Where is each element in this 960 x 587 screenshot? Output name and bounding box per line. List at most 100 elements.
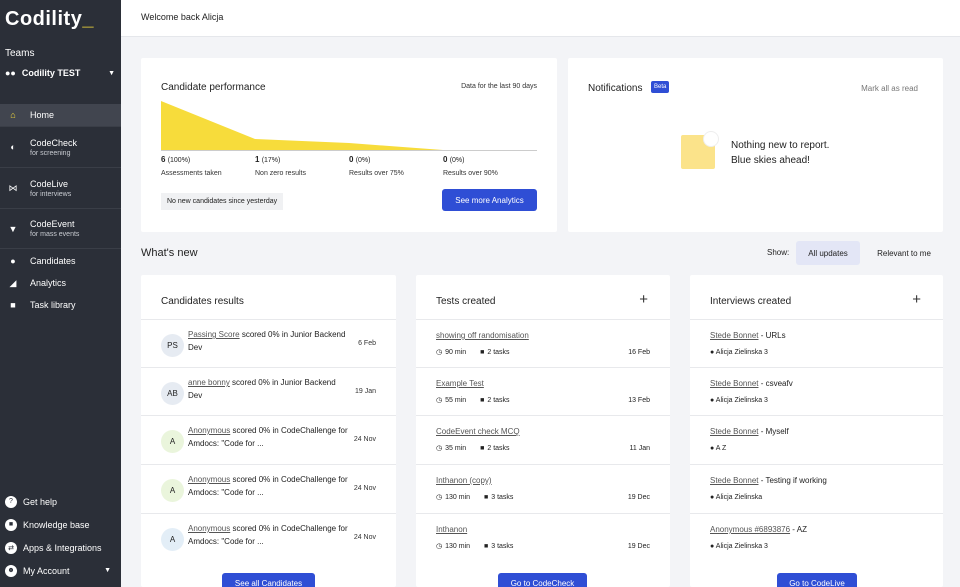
interviewers: Alicja Zielinska bbox=[715, 494, 763, 501]
team-selector[interactable]: ●● Codility TEST ▼ bbox=[5, 66, 115, 80]
candidate-link[interactable]: Stede Bonnet bbox=[710, 476, 758, 485]
codecheck-icon: ◐ bbox=[10, 142, 16, 152]
chevron-down-icon: ▼ bbox=[104, 567, 111, 574]
sidebar-item-get-help[interactable]: ? Get help bbox=[0, 490, 121, 513]
funnel-chart bbox=[161, 101, 537, 151]
notifications-card: Notifications Beta Mark all as read Noth… bbox=[568, 58, 943, 232]
list-item[interactable]: A Anonymous scored 0% in CodeChallenge f… bbox=[141, 513, 396, 562]
row-date: 16 Feb bbox=[628, 349, 650, 356]
welcome-message: Welcome back Alicja bbox=[141, 12, 224, 22]
interview-meta: ● Alicja Zielinska 3 bbox=[710, 349, 768, 356]
interviewers: Alicja Zielinska 3 bbox=[715, 349, 768, 356]
stat-over-90: 0 (0%) Results over 90% bbox=[443, 155, 537, 177]
candidate-link[interactable]: Anonymous bbox=[188, 426, 230, 435]
book-icon: ■ bbox=[5, 518, 17, 531]
sidebar-item-task-library[interactable]: ■ Task library bbox=[0, 294, 121, 316]
sidebar-item-candidates[interactable]: ● Candidates bbox=[0, 250, 121, 272]
candidate-link[interactable]: Passing Score bbox=[188, 330, 240, 339]
sidebar-item-codecheck[interactable]: ◐ CodeCheck for screening bbox=[0, 126, 121, 167]
test-meta: ◷ 130 min ■ 3 tasks bbox=[436, 542, 514, 551]
card-title: Interviews created bbox=[710, 296, 792, 307]
list-item[interactable]: PS Passing Score scored 0% in Junior Bac… bbox=[141, 319, 396, 368]
sidebar-item-apps[interactable]: ⇄ Apps & Integrations bbox=[0, 536, 121, 559]
users-icon: ● bbox=[10, 256, 16, 266]
go-to-codecheck-button[interactable]: Go to CodeCheck bbox=[498, 573, 587, 587]
list-item[interactable]: Inthanon ◷ 130 min ■ 3 tasks 19 Dec bbox=[416, 513, 670, 562]
interview-meta: ● Alicja Zielinska bbox=[710, 494, 762, 501]
stat-percent: (100%) bbox=[167, 157, 191, 164]
card-title: Candidate performance bbox=[161, 82, 266, 93]
candidate-performance-card: Candidate performance Data for the last … bbox=[141, 58, 557, 232]
row-date: 19 Dec bbox=[627, 543, 650, 550]
sidebar-item-label: Analytics bbox=[30, 278, 67, 288]
interview-description: - csveafv bbox=[758, 379, 793, 388]
clock-icon: ◷ bbox=[436, 543, 443, 550]
list-item[interactable]: Stede Bonnet - csveafv ● Alicja Zielinsk… bbox=[690, 367, 943, 416]
list-item[interactable]: Anonymous #6893876 - AZ ● Alicja Zielins… bbox=[690, 513, 943, 562]
test-task-count: 2 tasks bbox=[487, 348, 510, 356]
sidebar-item-codelive[interactable]: ⋈ CodeLive for interviews bbox=[0, 167, 121, 208]
interview-title: Stede Bonnet - URLs bbox=[710, 331, 786, 340]
interview-title: Stede Bonnet - Testing if working bbox=[710, 476, 827, 485]
test-duration: 90 min bbox=[445, 348, 467, 356]
stat-label: Non zero results bbox=[255, 170, 306, 177]
interview-meta: ● Alicja Zielinska 3 bbox=[710, 543, 768, 550]
sidebar-item-label: Get help bbox=[23, 496, 58, 507]
list-item[interactable]: A Anonymous scored 0% in CodeChallenge f… bbox=[141, 464, 396, 513]
test-link[interactable]: Example Test bbox=[436, 379, 484, 388]
sidebar-item-knowledge-base[interactable]: ■ Knowledge base bbox=[0, 513, 121, 536]
test-link[interactable]: Inthanon bbox=[436, 525, 467, 534]
team-name: Codility TEST bbox=[21, 68, 81, 78]
avatar: AB bbox=[161, 382, 184, 405]
sidebar-item-sublabel: for mass events bbox=[30, 231, 80, 238]
test-link[interactable]: Inthanon (copy) bbox=[436, 476, 492, 485]
add-test-button[interactable]: + bbox=[639, 291, 648, 308]
tasks-icon: ■ bbox=[480, 444, 485, 452]
list-item[interactable]: Stede Bonnet - Testing if working ● Alic… bbox=[690, 464, 943, 513]
add-interview-button[interactable]: + bbox=[912, 291, 921, 308]
list-item[interactable]: AB anne bonny scored 0% in Junior Backen… bbox=[141, 367, 396, 416]
sidebar-item-codeevent[interactable]: ▼ CodeEvent for mass events bbox=[0, 208, 121, 249]
users-icon: ● bbox=[710, 543, 715, 550]
sidebar-item-my-account[interactable]: ☻ My Account ▼ bbox=[0, 559, 121, 582]
candidate-link[interactable]: Anonymous #6893876 bbox=[710, 525, 790, 534]
codility-logo[interactable]: Codility_ bbox=[5, 8, 94, 31]
tab-relevant-to-me[interactable]: Relevant to me bbox=[868, 241, 940, 265]
stat-percent: (0%) bbox=[449, 157, 465, 164]
mark-all-read-link[interactable]: Mark all as read bbox=[861, 84, 918, 93]
candidate-link[interactable]: Stede Bonnet bbox=[710, 379, 758, 388]
top-bar: Welcome back Alicja bbox=[121, 0, 960, 37]
candidate-link[interactable]: Stede Bonnet bbox=[710, 427, 758, 436]
tab-all-updates[interactable]: All updates bbox=[796, 241, 860, 265]
candidate-link[interactable]: anne bonny bbox=[188, 378, 230, 387]
candidates-results-card: Candidates results PS Passing Score scor… bbox=[141, 275, 396, 587]
go-to-codelive-button[interactable]: Go to CodeLive bbox=[777, 573, 857, 587]
card-title: Candidates results bbox=[161, 296, 244, 307]
list-item[interactable]: A Anonymous scored 0% in CodeChallenge f… bbox=[141, 415, 396, 464]
list-item[interactable]: Inthanon (copy) ◷ 130 min ■ 3 tasks 19 Dec bbox=[416, 464, 670, 513]
test-link[interactable]: showing off randomisation bbox=[436, 331, 529, 340]
list-item[interactable]: Stede Bonnet - Myself ● A Z bbox=[690, 415, 943, 464]
test-task-count: 3 tasks bbox=[491, 542, 514, 550]
tasks-icon: ■ bbox=[484, 493, 489, 501]
list-item[interactable]: Stede Bonnet - URLs ● Alicja Zielinska 3 bbox=[690, 319, 943, 368]
card-title: Tests created bbox=[436, 296, 496, 307]
whats-new-title: What's new bbox=[141, 247, 198, 259]
sidebar-item-home[interactable]: ⌂ Home bbox=[0, 104, 121, 126]
empty-line-1: Nothing new to report. bbox=[731, 140, 830, 151]
interview-title: Stede Bonnet - csveafv bbox=[710, 379, 793, 388]
candidate-link[interactable]: Stede Bonnet bbox=[710, 331, 758, 340]
candidate-link[interactable]: Anonymous bbox=[188, 475, 230, 484]
interview-meta: ● A Z bbox=[710, 445, 726, 452]
test-duration: 35 min bbox=[445, 444, 467, 452]
interview-title: Anonymous #6893876 - AZ bbox=[710, 525, 807, 534]
see-more-analytics-button[interactable]: See more Analytics bbox=[442, 189, 537, 211]
candidate-link[interactable]: Anonymous bbox=[188, 524, 230, 533]
row-date: 24 Nov bbox=[353, 534, 376, 541]
list-item[interactable]: CodeEvent check MCQ ◷ 35 min ■ 2 tasks 11 J… bbox=[416, 415, 670, 464]
test-link[interactable]: CodeEvent check MCQ bbox=[436, 427, 520, 436]
list-item[interactable]: showing off randomisation ◷ 90 min ■ 2 task… bbox=[416, 319, 670, 368]
list-item[interactable]: Example Test ◷ 55 min ■ 2 tasks 13 Feb bbox=[416, 367, 670, 416]
see-all-candidates-button[interactable]: See all Candidates bbox=[222, 573, 315, 587]
sidebar-item-analytics[interactable]: ◢ Analytics bbox=[0, 272, 121, 294]
